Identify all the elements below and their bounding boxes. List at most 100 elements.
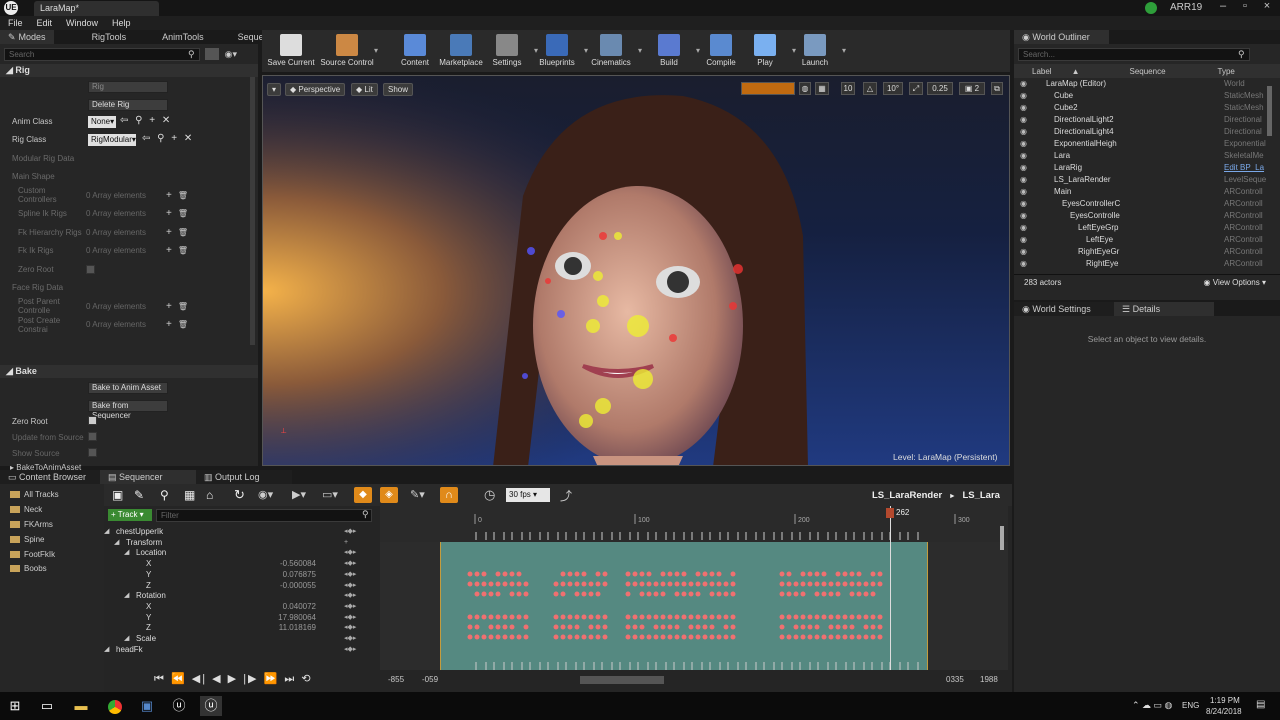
- controller-marker[interactable]: [557, 310, 565, 318]
- keyframe-dot[interactable]: [835, 591, 841, 597]
- outliner-row[interactable]: ◉ RightEye ARControll: [1014, 258, 1272, 270]
- keyframe-dot[interactable]: [702, 614, 708, 620]
- keyframe-dot[interactable]: [835, 624, 841, 630]
- keyframe-dot[interactable]: [502, 614, 508, 620]
- keyframe-dot[interactable]: [793, 624, 799, 630]
- keyframe-dot[interactable]: [849, 591, 855, 597]
- view-options-button[interactable]: ◉ View Options ▾: [1204, 278, 1266, 287]
- keyframe-dot[interactable]: [581, 571, 587, 577]
- search-icon[interactable]: ⚲: [160, 488, 169, 502]
- playhead-line[interactable]: [890, 506, 891, 670]
- selection-icon[interactable]: ▭▾: [322, 488, 338, 501]
- keyframe-dot[interactable]: [723, 614, 729, 620]
- keyframe-dot[interactable]: [509, 614, 515, 620]
- keyframe-dot[interactable]: [695, 624, 701, 630]
- keyframe-dot[interactable]: [793, 634, 799, 640]
- play-options-icon[interactable]: ▶▾: [292, 488, 306, 501]
- keyframe-dot[interactable]: [509, 591, 515, 597]
- outliner-row[interactable]: ◉ LaraMap (Editor) World: [1014, 78, 1272, 90]
- tab-world-settings[interactable]: ◉ World Settings: [1014, 302, 1114, 316]
- prev-frame-icon[interactable]: ◀|: [192, 673, 207, 685]
- delete-elements-icon[interactable]: 🗑: [178, 209, 188, 218]
- keyframe-dot[interactable]: [502, 581, 508, 587]
- keyframe-dot[interactable]: [467, 614, 473, 620]
- keyframe-dot[interactable]: [595, 591, 601, 597]
- keyframe-dot[interactable]: [595, 634, 601, 640]
- keyframe-dot[interactable]: [877, 581, 883, 587]
- controller-marker[interactable]: [586, 319, 600, 333]
- tab-content-browser[interactable]: ▭ Content Browser: [0, 470, 100, 484]
- keyframe-dot[interactable]: [567, 614, 573, 620]
- keyframe-dot[interactable]: [674, 571, 680, 577]
- key-nav-icon[interactable]: ◂◆▸: [344, 527, 356, 537]
- keyframe-dot[interactable]: [821, 614, 827, 620]
- keyframe-dot[interactable]: [688, 591, 694, 597]
- tab-details[interactable]: ☰ Details: [1114, 302, 1214, 316]
- save-app-icon[interactable]: ▣: [136, 696, 158, 716]
- eye-icon[interactable]: ◉▾: [225, 49, 237, 60]
- blueprints-button[interactable]: Blueprints: [528, 32, 586, 70]
- left-search-input[interactable]: Search: [4, 47, 200, 61]
- tab-output-log[interactable]: ▥ Output Log: [196, 470, 292, 484]
- keyframe-dot[interactable]: [779, 614, 785, 620]
- keyframe-dot[interactable]: [730, 614, 736, 620]
- keyframe-dot[interactable]: [495, 634, 501, 640]
- keyframe-dot[interactable]: [653, 634, 659, 640]
- key-nav-icon[interactable]: ◂◆▸: [344, 548, 356, 558]
- keyframe-dot[interactable]: [560, 571, 566, 577]
- keyframe-dot[interactable]: [560, 614, 566, 620]
- visibility-eye-icon[interactable]: ◉: [1020, 126, 1027, 138]
- controller-marker[interactable]: [599, 232, 607, 240]
- add-icon[interactable]: +: [149, 115, 155, 126]
- keyframe-dot[interactable]: [467, 581, 473, 587]
- unreal-logo-icon[interactable]: UE: [4, 1, 18, 15]
- visibility-eye-icon[interactable]: ◉: [1020, 186, 1027, 198]
- keyframe-dot[interactable]: [681, 571, 687, 577]
- keyframe-dot[interactable]: [632, 581, 638, 587]
- key-nav-icon[interactable]: ◂◆▸: [344, 559, 356, 569]
- windows-start-icon[interactable]: ⊞: [4, 696, 26, 716]
- keyframe-dot[interactable]: [516, 571, 522, 577]
- keyframe-dot[interactable]: [574, 624, 580, 630]
- keyframe-dot[interactable]: [870, 624, 876, 630]
- keyframe-dot[interactable]: [516, 634, 522, 640]
- keyframe-dot[interactable]: [779, 624, 785, 630]
- keyframe-dot[interactable]: [481, 591, 487, 597]
- clapper-icon[interactable]: ⌂: [206, 488, 213, 502]
- keyframe-dot[interactable]: [667, 614, 673, 620]
- keyframe-dot[interactable]: [502, 634, 508, 640]
- save-button[interactable]: Save Current: [262, 32, 320, 70]
- keyframe-dot[interactable]: [516, 581, 522, 587]
- horizontal-scrollbar[interactable]: [580, 676, 664, 684]
- range-end[interactable]: 1988: [980, 675, 998, 684]
- unreal-editor-icon[interactable]: ⓤ: [200, 696, 222, 716]
- clear-icon[interactable]: ✕: [184, 133, 192, 144]
- loop-icon[interactable]: ⟲: [301, 673, 312, 685]
- keyframe-dot[interactable]: [488, 614, 494, 620]
- notification-icon[interactable]: ▤: [1256, 699, 1265, 710]
- keyframe-dot[interactable]: [602, 581, 608, 587]
- keyframe-dot[interactable]: [863, 614, 869, 620]
- controller-marker[interactable]: [545, 278, 551, 284]
- keyframe-dot[interactable]: [877, 624, 883, 630]
- keyframe-dot[interactable]: [730, 591, 736, 597]
- breadcrumb-sequence-2[interactable]: LS_Lara: [962, 490, 1000, 501]
- keyframe-dot[interactable]: [667, 571, 673, 577]
- keyframe-dot[interactable]: [681, 614, 687, 620]
- delete-elements-icon[interactable]: 🗑: [178, 302, 188, 311]
- keyframe-dot[interactable]: [870, 591, 876, 597]
- keyframe-dot[interactable]: [814, 591, 820, 597]
- keyframe-dot[interactable]: [581, 634, 587, 640]
- keyframe-dot[interactable]: [786, 571, 792, 577]
- track-row[interactable]: Y 17.980064 ◂◆▸: [104, 613, 374, 624]
- keyframe-dot[interactable]: [639, 581, 645, 587]
- keyframe-dot[interactable]: [821, 634, 827, 640]
- delete-elements-icon[interactable]: 🗑: [178, 320, 188, 329]
- keyframe-dot[interactable]: [488, 591, 494, 597]
- prev-key-icon[interactable]: ⏪: [171, 673, 187, 685]
- visibility-eye-icon[interactable]: ◉: [1020, 174, 1027, 186]
- keyframe-dot[interactable]: [856, 571, 862, 577]
- keyframe-dot[interactable]: [681, 581, 687, 587]
- controller-marker[interactable]: [633, 369, 653, 389]
- outliner-row[interactable]: ◉ DirectionalLight2 Directional: [1014, 114, 1272, 126]
